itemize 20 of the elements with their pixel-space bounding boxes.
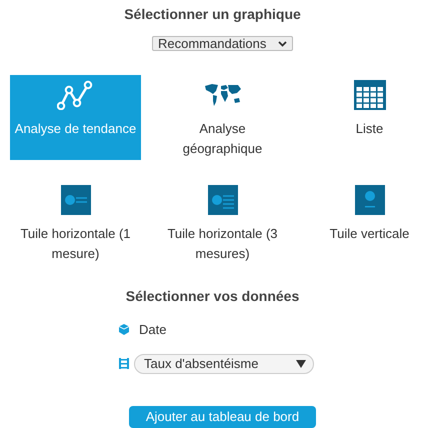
chart-type-option[interactable]: Analyse géographique bbox=[157, 75, 288, 160]
world-map-icon bbox=[204, 82, 242, 108]
chart-type-option[interactable]: Tuile verticale bbox=[304, 180, 425, 265]
filter-dropdown[interactable]: Recommandations bbox=[152, 36, 293, 51]
measure-dropdown[interactable]: Taux d'absentéisme bbox=[134, 354, 314, 374]
vertical-tile-icon bbox=[354, 185, 384, 215]
section-title: Sélectionner un graphique bbox=[124, 5, 301, 23]
line-chart-icon bbox=[56, 80, 94, 110]
caret-down-icon bbox=[296, 360, 306, 368]
table-grid-icon bbox=[354, 80, 386, 110]
ruler-icon bbox=[119, 358, 129, 369]
dimension-label: Date bbox=[139, 321, 166, 339]
horizontal-tile-icon bbox=[60, 185, 90, 215]
cube-icon bbox=[119, 324, 129, 336]
chart-type-option[interactable]: Tuile horizontale (1 mesure) bbox=[10, 180, 141, 265]
chart-type-option[interactable]: Tuile horizontale (3 mesures) bbox=[157, 180, 288, 265]
section-title: Sélectionner vos données bbox=[126, 287, 300, 305]
chevron-down-icon bbox=[278, 40, 287, 46]
horizontal-tile-icon bbox=[208, 185, 238, 215]
chart-type-option[interactable]: Liste bbox=[304, 75, 425, 160]
